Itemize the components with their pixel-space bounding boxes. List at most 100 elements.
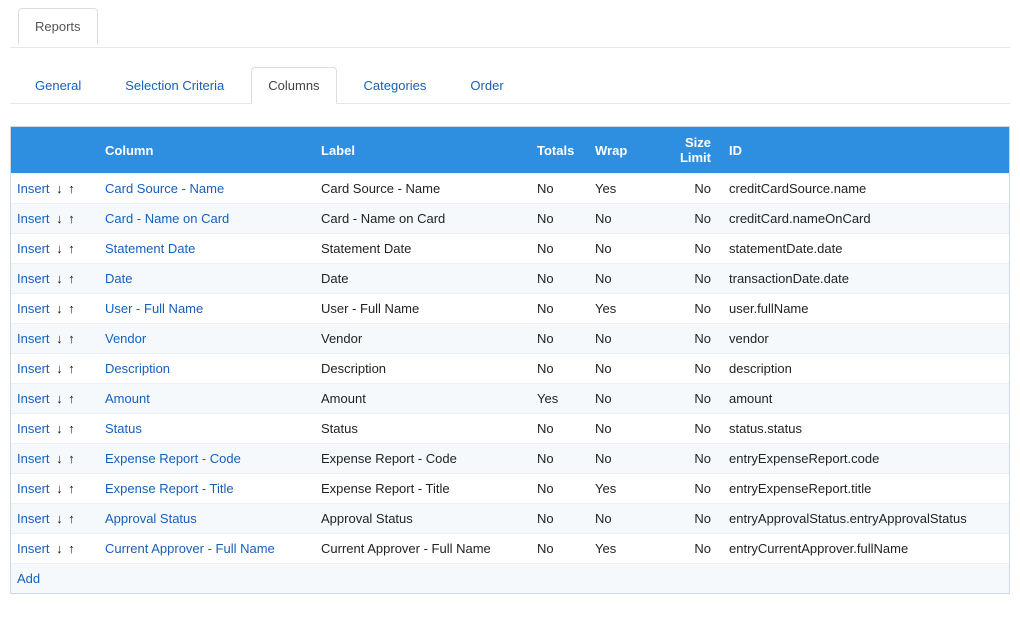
- reorder-arrows: ↓ ↑: [52, 301, 76, 316]
- cell-column: Vendor: [97, 324, 313, 354]
- cell-id: description: [721, 354, 1009, 384]
- arrow-down-icon[interactable]: ↓: [55, 481, 64, 496]
- cell-label: Vendor: [313, 324, 529, 354]
- insert-button[interactable]: Insert: [17, 481, 50, 496]
- cell-wrap: No: [587, 234, 645, 264]
- insert-button[interactable]: Insert: [17, 271, 50, 286]
- cell-wrap: No: [587, 504, 645, 534]
- row-actions: Insert ↓ ↑: [11, 384, 97, 414]
- insert-button[interactable]: Insert: [17, 511, 50, 526]
- cell-column: Description: [97, 354, 313, 384]
- insert-button[interactable]: Insert: [17, 361, 50, 376]
- arrow-down-icon[interactable]: ↓: [55, 211, 64, 226]
- column-link[interactable]: Expense Report - Code: [105, 451, 241, 466]
- arrow-up-icon[interactable]: ↑: [67, 361, 76, 376]
- row-actions: Insert ↓ ↑: [11, 414, 97, 444]
- cell-wrap: No: [587, 444, 645, 474]
- column-link[interactable]: Current Approver - Full Name: [105, 541, 275, 556]
- cell-label: Card - Name on Card: [313, 204, 529, 234]
- cell-size-limit: No: [645, 414, 721, 444]
- cell-totals: No: [529, 324, 587, 354]
- arrow-up-icon[interactable]: ↑: [67, 541, 76, 556]
- arrow-down-icon[interactable]: ↓: [55, 391, 64, 406]
- column-link[interactable]: Expense Report - Title: [105, 481, 234, 496]
- column-link[interactable]: Date: [105, 271, 132, 286]
- table-row: Insert ↓ ↑Current Approver - Full NameCu…: [11, 534, 1009, 564]
- insert-button[interactable]: Insert: [17, 451, 50, 466]
- arrow-down-icon[interactable]: ↓: [55, 181, 64, 196]
- table-row: Insert ↓ ↑ Card - Name on Card Card - Name…: [11, 204, 1009, 234]
- sub-tab-selection-criteria[interactable]: Selection Criteria: [108, 67, 241, 103]
- column-link[interactable]: User - Full Name: [105, 301, 203, 316]
- insert-button[interactable]: Insert: [17, 331, 50, 346]
- column-link[interactable]: Description: [105, 361, 170, 376]
- table-row: Insert ↓ ↑DateDateNoNoNotransactionDate.…: [11, 264, 1009, 294]
- column-link[interactable]: Statement Date: [105, 241, 195, 256]
- cell-size-limit: No: [645, 234, 721, 264]
- arrow-down-icon[interactable]: ↓: [55, 301, 64, 316]
- insert-button[interactable]: Insert: [17, 541, 50, 556]
- column-link[interactable]: Status: [105, 421, 142, 436]
- column-link[interactable]: Card Source - Name: [105, 181, 224, 196]
- cell-id: creditCard.nameOnCard: [721, 204, 1009, 234]
- table-row: Insert ↓ ↑Expense Report - CodeExpense R…: [11, 444, 1009, 474]
- reorder-arrows: ↓ ↑: [52, 331, 76, 346]
- column-link[interactable]: Vendor: [105, 331, 146, 346]
- arrow-down-icon[interactable]: ↓: [55, 241, 64, 256]
- arrow-up-icon[interactable]: ↑: [67, 241, 76, 256]
- insert-button[interactable]: Insert: [17, 181, 50, 196]
- cell-id: vendor: [721, 324, 1009, 354]
- arrow-up-icon[interactable]: ↑: [67, 451, 76, 466]
- arrow-down-icon[interactable]: ↓: [55, 511, 64, 526]
- insert-button[interactable]: Insert: [17, 391, 50, 406]
- arrow-down-icon[interactable]: ↓: [55, 271, 64, 286]
- header-id: ID: [721, 127, 1009, 174]
- arrow-up-icon[interactable]: ↑: [67, 481, 76, 496]
- sub-tab-general[interactable]: General: [18, 67, 98, 103]
- cell-label: Amount: [313, 384, 529, 414]
- cell-wrap: Yes: [587, 534, 645, 564]
- arrow-down-icon[interactable]: ↓: [55, 361, 64, 376]
- top-tab-reports[interactable]: Reports: [18, 8, 98, 45]
- cell-size-limit: No: [645, 294, 721, 324]
- arrow-down-icon[interactable]: ↓: [55, 451, 64, 466]
- arrow-down-icon[interactable]: ↓: [55, 421, 64, 436]
- arrow-up-icon[interactable]: ↑: [67, 391, 76, 406]
- add-button[interactable]: Add: [17, 571, 40, 586]
- cell-column: Card Source - Name: [97, 174, 313, 204]
- cell-label: Statement Date: [313, 234, 529, 264]
- table-row: Insert ↓ ↑Expense Report - TitleExpense …: [11, 474, 1009, 504]
- column-link[interactable]: Card - Name on Card: [105, 211, 229, 226]
- cell-totals: No: [529, 294, 587, 324]
- insert-button[interactable]: Insert: [17, 421, 50, 436]
- arrow-up-icon[interactable]: ↑: [67, 301, 76, 316]
- cell-label: Card Source - Name: [313, 174, 529, 204]
- sub-tab-order[interactable]: Order: [453, 67, 520, 103]
- arrow-down-icon[interactable]: ↓: [55, 331, 64, 346]
- reorder-arrows: ↓ ↑: [52, 391, 76, 406]
- cell-id: creditCardSource.name: [721, 174, 1009, 204]
- sub-tab-categories[interactable]: Categories: [347, 67, 444, 103]
- cell-column: Amount: [97, 384, 313, 414]
- cell-id: entryExpenseReport.title: [721, 474, 1009, 504]
- sub-tab-columns[interactable]: Columns: [251, 67, 336, 104]
- cell-totals: No: [529, 534, 587, 564]
- cell-column: Current Approver - Full Name: [97, 534, 313, 564]
- arrow-down-icon[interactable]: ↓: [55, 541, 64, 556]
- insert-button[interactable]: Insert: [17, 241, 50, 256]
- column-link[interactable]: Amount: [105, 391, 150, 406]
- reorder-arrows: ↓ ↑: [52, 361, 76, 376]
- arrow-up-icon[interactable]: ↑: [67, 331, 76, 346]
- arrow-up-icon[interactable]: ↑: [67, 511, 76, 526]
- row-actions: Insert ↓ ↑: [11, 234, 97, 264]
- reorder-arrows: ↓ ↑: [52, 271, 76, 286]
- table-row: Insert ↓ ↑DescriptionDescriptionNoNoNode…: [11, 354, 1009, 384]
- column-link[interactable]: Approval Status: [105, 511, 197, 526]
- table-row: Insert ↓ ↑AmountAmountYesNoNoamount: [11, 384, 1009, 414]
- arrow-up-icon[interactable]: ↑: [67, 181, 76, 196]
- insert-button[interactable]: Insert: [17, 211, 50, 226]
- insert-button[interactable]: Insert: [17, 301, 50, 316]
- arrow-up-icon[interactable]: ↑: [67, 211, 76, 226]
- arrow-up-icon[interactable]: ↑: [67, 421, 76, 436]
- arrow-up-icon[interactable]: ↑: [67, 271, 76, 286]
